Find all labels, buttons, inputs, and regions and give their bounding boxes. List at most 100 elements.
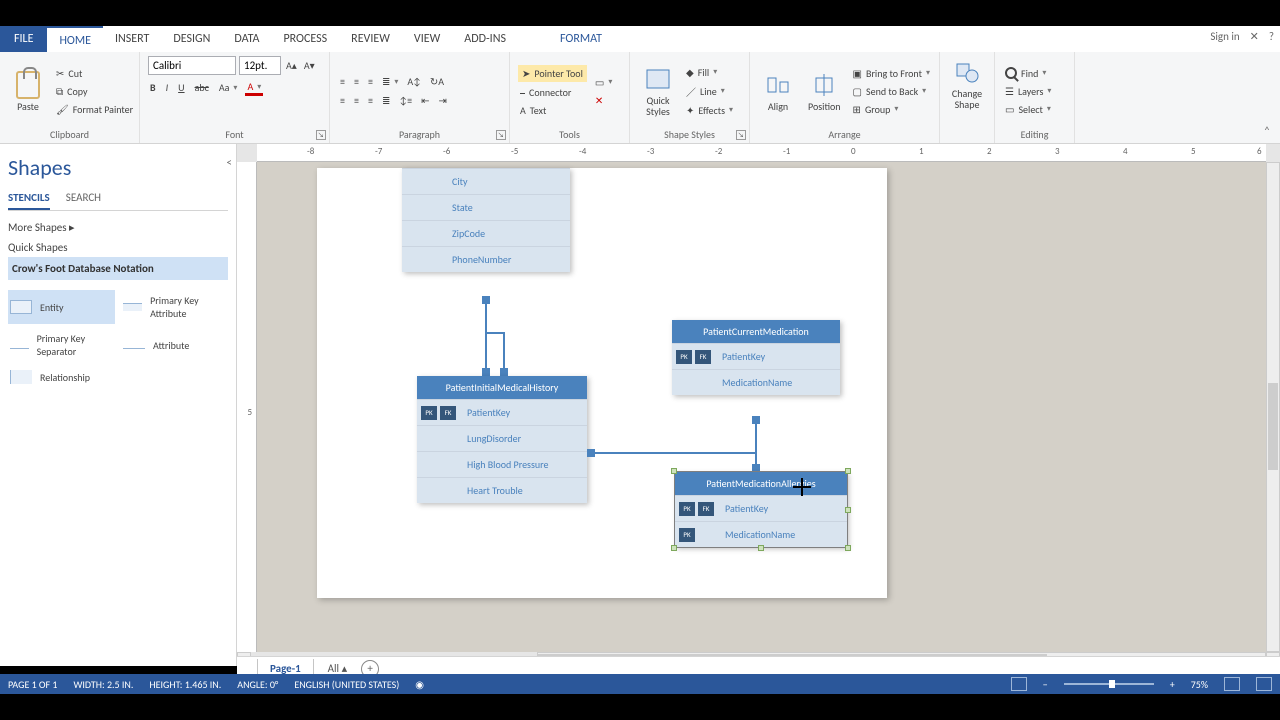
- format-painter-button[interactable]: 🖌 Format Painter: [54, 102, 135, 117]
- rectangle-tool-button[interactable]: ▭▾: [593, 75, 614, 90]
- bring-front-button[interactable]: ▣ Bring to Front ▾: [851, 66, 932, 81]
- selection-handle[interactable]: [671, 468, 677, 474]
- search-tab[interactable]: SEARCH: [66, 187, 101, 210]
- italic-button[interactable]: I: [164, 80, 171, 95]
- align-right-button[interactable]: ≡: [366, 93, 375, 108]
- cut-button[interactable]: ✂ Cut: [54, 66, 135, 81]
- tab-home[interactable]: HOME: [47, 26, 103, 52]
- shape-relationship[interactable]: Relationship: [8, 366, 115, 388]
- zoom-level[interactable]: 75%: [1191, 678, 1208, 691]
- tab-insert[interactable]: INSERT: [103, 26, 161, 52]
- fit-page-button[interactable]: [1224, 677, 1240, 691]
- paragraph-dialog-launcher[interactable]: ↘: [496, 130, 506, 140]
- selection-handle[interactable]: [845, 507, 851, 513]
- align-left-button[interactable]: ≡: [338, 93, 347, 108]
- tab-file[interactable]: FILE: [0, 26, 47, 52]
- drawing-canvas[interactable]: City State ZipCode PhoneNumber PatientIn…: [257, 162, 1266, 652]
- quick-shapes-item[interactable]: Quick Shapes: [8, 238, 228, 257]
- rotate-text-button[interactable]: ↻A: [428, 74, 446, 89]
- layers-button[interactable]: ☰ Layers▾: [1003, 84, 1066, 99]
- change-shape-button[interactable]: Change Shape: [948, 56, 986, 112]
- shrink-font-button[interactable]: A▾: [302, 58, 317, 73]
- align-middle-button[interactable]: ≡: [352, 74, 361, 89]
- grow-font-button[interactable]: A▴: [284, 58, 299, 73]
- dec-indent-button[interactable]: ⇤: [419, 93, 431, 108]
- full-screen-button[interactable]: [1256, 677, 1272, 691]
- delete-tool-button[interactable]: ✕: [593, 93, 614, 108]
- paste-button[interactable]: Paste: [8, 56, 48, 126]
- shape-attribute[interactable]: Attribute: [121, 328, 228, 362]
- entity-patient-address[interactable]: City State ZipCode PhoneNumber: [402, 168, 570, 272]
- tab-review[interactable]: REVIEW: [339, 26, 402, 52]
- shape-pk-attribute[interactable]: Primary Key Attribute: [121, 290, 228, 324]
- vertical-scrollbar[interactable]: [1266, 162, 1280, 652]
- more-shapes-button[interactable]: More Shapes ▸: [8, 221, 228, 234]
- drawing-page[interactable]: City State ZipCode PhoneNumber PatientIn…: [317, 168, 887, 598]
- zoom-in-button[interactable]: +: [1170, 678, 1175, 691]
- line-spacing-button[interactable]: ↕≡: [397, 93, 414, 108]
- bullets-button[interactable]: ≣▾: [380, 74, 400, 89]
- presentation-view-button[interactable]: [1011, 677, 1027, 691]
- shape-styles-dialog-launcher[interactable]: ↘: [736, 130, 746, 140]
- quick-styles-button[interactable]: Quick Styles: [638, 56, 678, 126]
- zoom-out-button[interactable]: −: [1043, 678, 1048, 691]
- selection-handle[interactable]: [845, 545, 851, 551]
- inc-indent-button[interactable]: ⇥: [437, 93, 449, 108]
- position-button[interactable]: Position: [804, 56, 845, 126]
- tab-process[interactable]: PROCESS: [271, 26, 339, 52]
- entity-patient-allergy[interactable]: PatientMedicationAllergies PKFKPatientKe…: [675, 472, 847, 547]
- collapse-ribbon-button[interactable]: ˄: [1260, 125, 1274, 139]
- select-button[interactable]: ▭ Select▾: [1003, 102, 1066, 117]
- attr-label: High Blood Pressure: [461, 452, 554, 477]
- find-button[interactable]: Find▾: [1003, 66, 1066, 81]
- effects-button[interactable]: ✦ Effects▾: [684, 103, 735, 118]
- justify-button[interactable]: ≣: [380, 93, 392, 108]
- tab-data[interactable]: DATA: [222, 26, 271, 52]
- selection-handle[interactable]: [671, 545, 677, 551]
- underline-button[interactable]: U: [176, 80, 186, 95]
- font-size-combo[interactable]: [239, 56, 281, 75]
- bold-button[interactable]: B: [148, 80, 158, 95]
- align-center-button[interactable]: ≡: [352, 93, 361, 108]
- connector-end-icon: [752, 464, 760, 472]
- pointer-tool-button[interactable]: ➤ Pointer Tool: [518, 65, 587, 82]
- send-back-button[interactable]: ▢ Send to Back ▾: [851, 84, 932, 99]
- align-bottom-button[interactable]: ≡: [366, 74, 375, 89]
- close-icon[interactable]: ✕: [1250, 30, 1259, 43]
- connector-line[interactable]: [485, 332, 503, 334]
- font-color-button[interactable]: A▾: [245, 79, 263, 96]
- connector-tool-button[interactable]: ⎯ Connector: [518, 85, 587, 100]
- line-button[interactable]: ／ Line▾: [684, 83, 735, 100]
- entity-patient-med[interactable]: PatientCurrentMedication PKFKPatientKey …: [672, 320, 840, 395]
- connector-line[interactable]: [587, 452, 757, 454]
- case-button[interactable]: Aa▾: [217, 80, 240, 95]
- text-direction-button[interactable]: A↕: [405, 74, 423, 89]
- stencils-tab[interactable]: STENCILS: [8, 187, 50, 210]
- selection-handle[interactable]: [845, 468, 851, 474]
- help-icon[interactable]: ?: [1269, 30, 1274, 43]
- selection-handle[interactable]: [758, 545, 764, 551]
- macro-record-icon[interactable]: ◉: [415, 678, 424, 691]
- panel-collapse-button[interactable]: <: [227, 156, 232, 169]
- strike-button[interactable]: abc: [193, 80, 211, 95]
- stencil-crows-foot[interactable]: Crow's Foot Database Notation: [8, 257, 228, 280]
- zoom-slider[interactable]: [1064, 683, 1154, 685]
- connector-line[interactable]: [485, 296, 487, 376]
- tab-view[interactable]: VIEW: [402, 26, 452, 52]
- font-dialog-launcher[interactable]: ↘: [316, 130, 326, 140]
- group-button[interactable]: ⊞ Group▾: [851, 102, 932, 117]
- tab-addins[interactable]: ADD-INS: [452, 26, 518, 52]
- tab-format[interactable]: FORMAT: [548, 26, 614, 52]
- fill-button[interactable]: ◆ Fill▾: [684, 65, 735, 80]
- align-button[interactable]: Align: [758, 56, 798, 126]
- entity-patient-hist[interactable]: PatientInitialMedicalHistory PKFKPatient…: [417, 376, 587, 503]
- copy-button[interactable]: ⧉ Copy: [54, 84, 135, 99]
- signin-link[interactable]: Sign in: [1210, 30, 1239, 43]
- font-name-combo[interactable]: [148, 56, 236, 75]
- shape-pk-separator[interactable]: Primary Key Separator: [8, 328, 115, 362]
- text-tool-button[interactable]: A Text: [518, 103, 587, 118]
- status-lang[interactable]: ENGLISH (UNITED STATES): [294, 678, 399, 691]
- tab-design[interactable]: DESIGN: [161, 26, 222, 52]
- shape-entity[interactable]: Entity: [8, 290, 115, 324]
- align-top-button[interactable]: ≡: [338, 74, 347, 89]
